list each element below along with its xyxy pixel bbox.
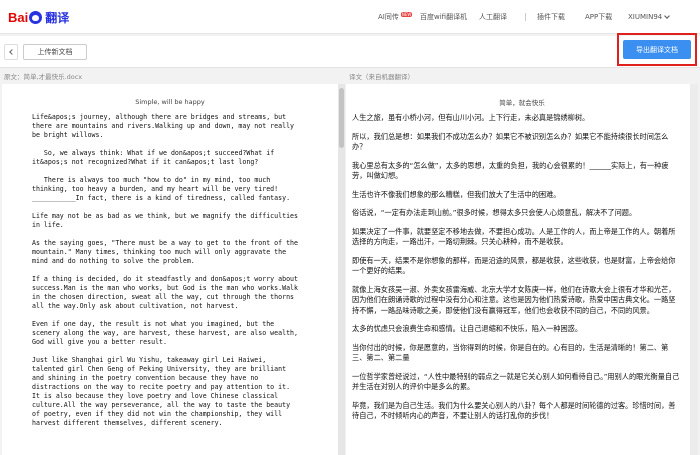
translation-document-body: 人生之旅，虽有小桥小河，但有山川小河。上下行走，未必真是锦绣柳树。所以，我们总是… [346, 113, 698, 422]
source-paragraph: Just like Shanghai girl Wu Yishu, takeaw… [32, 356, 291, 427]
target-doc-title: 简单，就会快乐 [499, 99, 545, 107]
translation-paragraph: 太多的忧虑只会浪费生命和感情。让自己退缩和不快乐，陷入一种困惑。 [352, 324, 583, 333]
user-menu[interactable]: XIUMIN94 [628, 0, 671, 34]
nav-human-translation[interactable]: 人工翻译 [479, 0, 507, 34]
target-pane-header: 译文（来自机器翻译） [345, 69, 700, 83]
top-nav: Bai 翻译 AI同传 NEW 百度wifi翻译机 人工翻译 插件下载 APP下载… [0, 0, 700, 34]
source-scrollbar[interactable] [338, 84, 345, 455]
translation-paragraph: 人生之旅，虽有小桥小河，但有山川小河。上下行走，未必真是锦绣柳树。 [352, 113, 590, 122]
translation-paragraph: 俗话说，“一定有办法走到山前。”很多时候，想得太多只会使人心烦意乱，解决不了问题… [352, 208, 637, 217]
baidu-translate-logo[interactable]: Bai 翻译 [8, 8, 69, 26]
source-document-panel[interactable]: Simple, will be happy Life&apos;s journe… [2, 84, 338, 455]
chevron-down-icon [664, 13, 671, 19]
source-paragraph: As the saying goes, "There must be a way… [32, 239, 298, 265]
source-paragraph: Even if one day, the result is not what … [32, 320, 298, 346]
source-document-body: Life&apos;s journey, although there are … [2, 113, 338, 428]
nav-wifi-translator[interactable]: 百度wifi翻译机 [420, 0, 467, 34]
document-toolbar: 上传新文档 [0, 36, 700, 68]
chevron-left-icon [9, 49, 15, 55]
translation-paragraph: 当你付出的时候，你是愿意的，当你得到的时候，你是自在的。心有目的，生活是清晰的！… [352, 342, 669, 363]
translation-paragraph: 生活也许不像我们想象的那么糟糕，但我们放大了生活中的困难。 [352, 189, 561, 199]
upload-new-document-button[interactable]: 上传新文档 [23, 44, 87, 60]
source-doc-title: Simple, will be happy [135, 98, 205, 106]
source-paragraph: There is always too much "how to do" in … [32, 176, 291, 202]
source-paragraph: Life&apos;s journey, although there are … [32, 113, 295, 139]
export-highlight: 导出翻译文档 [617, 33, 697, 66]
nav-ai-interpretation[interactable]: AI同传 NEW [378, 0, 413, 34]
export-translation-button[interactable]: 导出翻译文档 [623, 40, 691, 59]
scrollbar-thumb[interactable] [339, 88, 344, 148]
source-pane-header: 原文：简单,才最快乐.docx [0, 69, 340, 83]
translation-paragraph: 如果决定了一件事，就要坚定不移地去做，不要担心成功。人是工作的人，而上帝是工作的… [352, 226, 676, 247]
translation-paragraph: 即使有一天，结果不是你想象的那样，而是沿途的风景，都是收获，这些收获，也是财富，… [352, 255, 676, 276]
translation-document-panel[interactable]: 简单，就会快乐 人生之旅，虽有小桥小河，但有山川小河。上下行走，未必真是锦绣柳树… [346, 84, 698, 455]
baidu-paw-icon [29, 10, 43, 24]
translation-scrollbar[interactable] [690, 84, 698, 455]
translation-paragraph: 一位哲学家曾经说过，“人性中最特别的弱点之一就是它关心别人如何看待自己。”用别人… [352, 371, 680, 392]
back-button[interactable] [4, 44, 18, 60]
translation-paragraph: 我心里总有太多的“怎么做”，太多的思想，太重的负担，我的心会很累的！______… [352, 160, 669, 181]
nav-app-download[interactable]: APP下载 [585, 0, 612, 34]
source-paragraph: If a thing is decided, do it steadfastly… [32, 275, 298, 310]
nav-divider [525, 13, 526, 21]
translation-paragraph: 毕竟，我们是为自己生活。我们为什么要关心别人的八卦？每个人都是时间轮德的过客。珍… [352, 400, 676, 421]
new-badge: NEW [400, 11, 413, 17]
translation-paragraph: 就像上海女孩吴一淑、外卖女孩雷海威、北京大学才女陈庚一样，他们在诗歌大会上很有才… [352, 284, 676, 315]
nav-plugin-download[interactable]: 插件下载 [537, 0, 565, 34]
translation-paragraph: 所以，我们总是想：如果我们不成功怎么办？如果它不被识别怎么办？如果它不能持续很长… [352, 131, 669, 152]
source-paragraph: Life may not be as bad as we think, but … [32, 212, 298, 229]
source-paragraph: So, we always think: What if we don&apos… [32, 149, 275, 166]
